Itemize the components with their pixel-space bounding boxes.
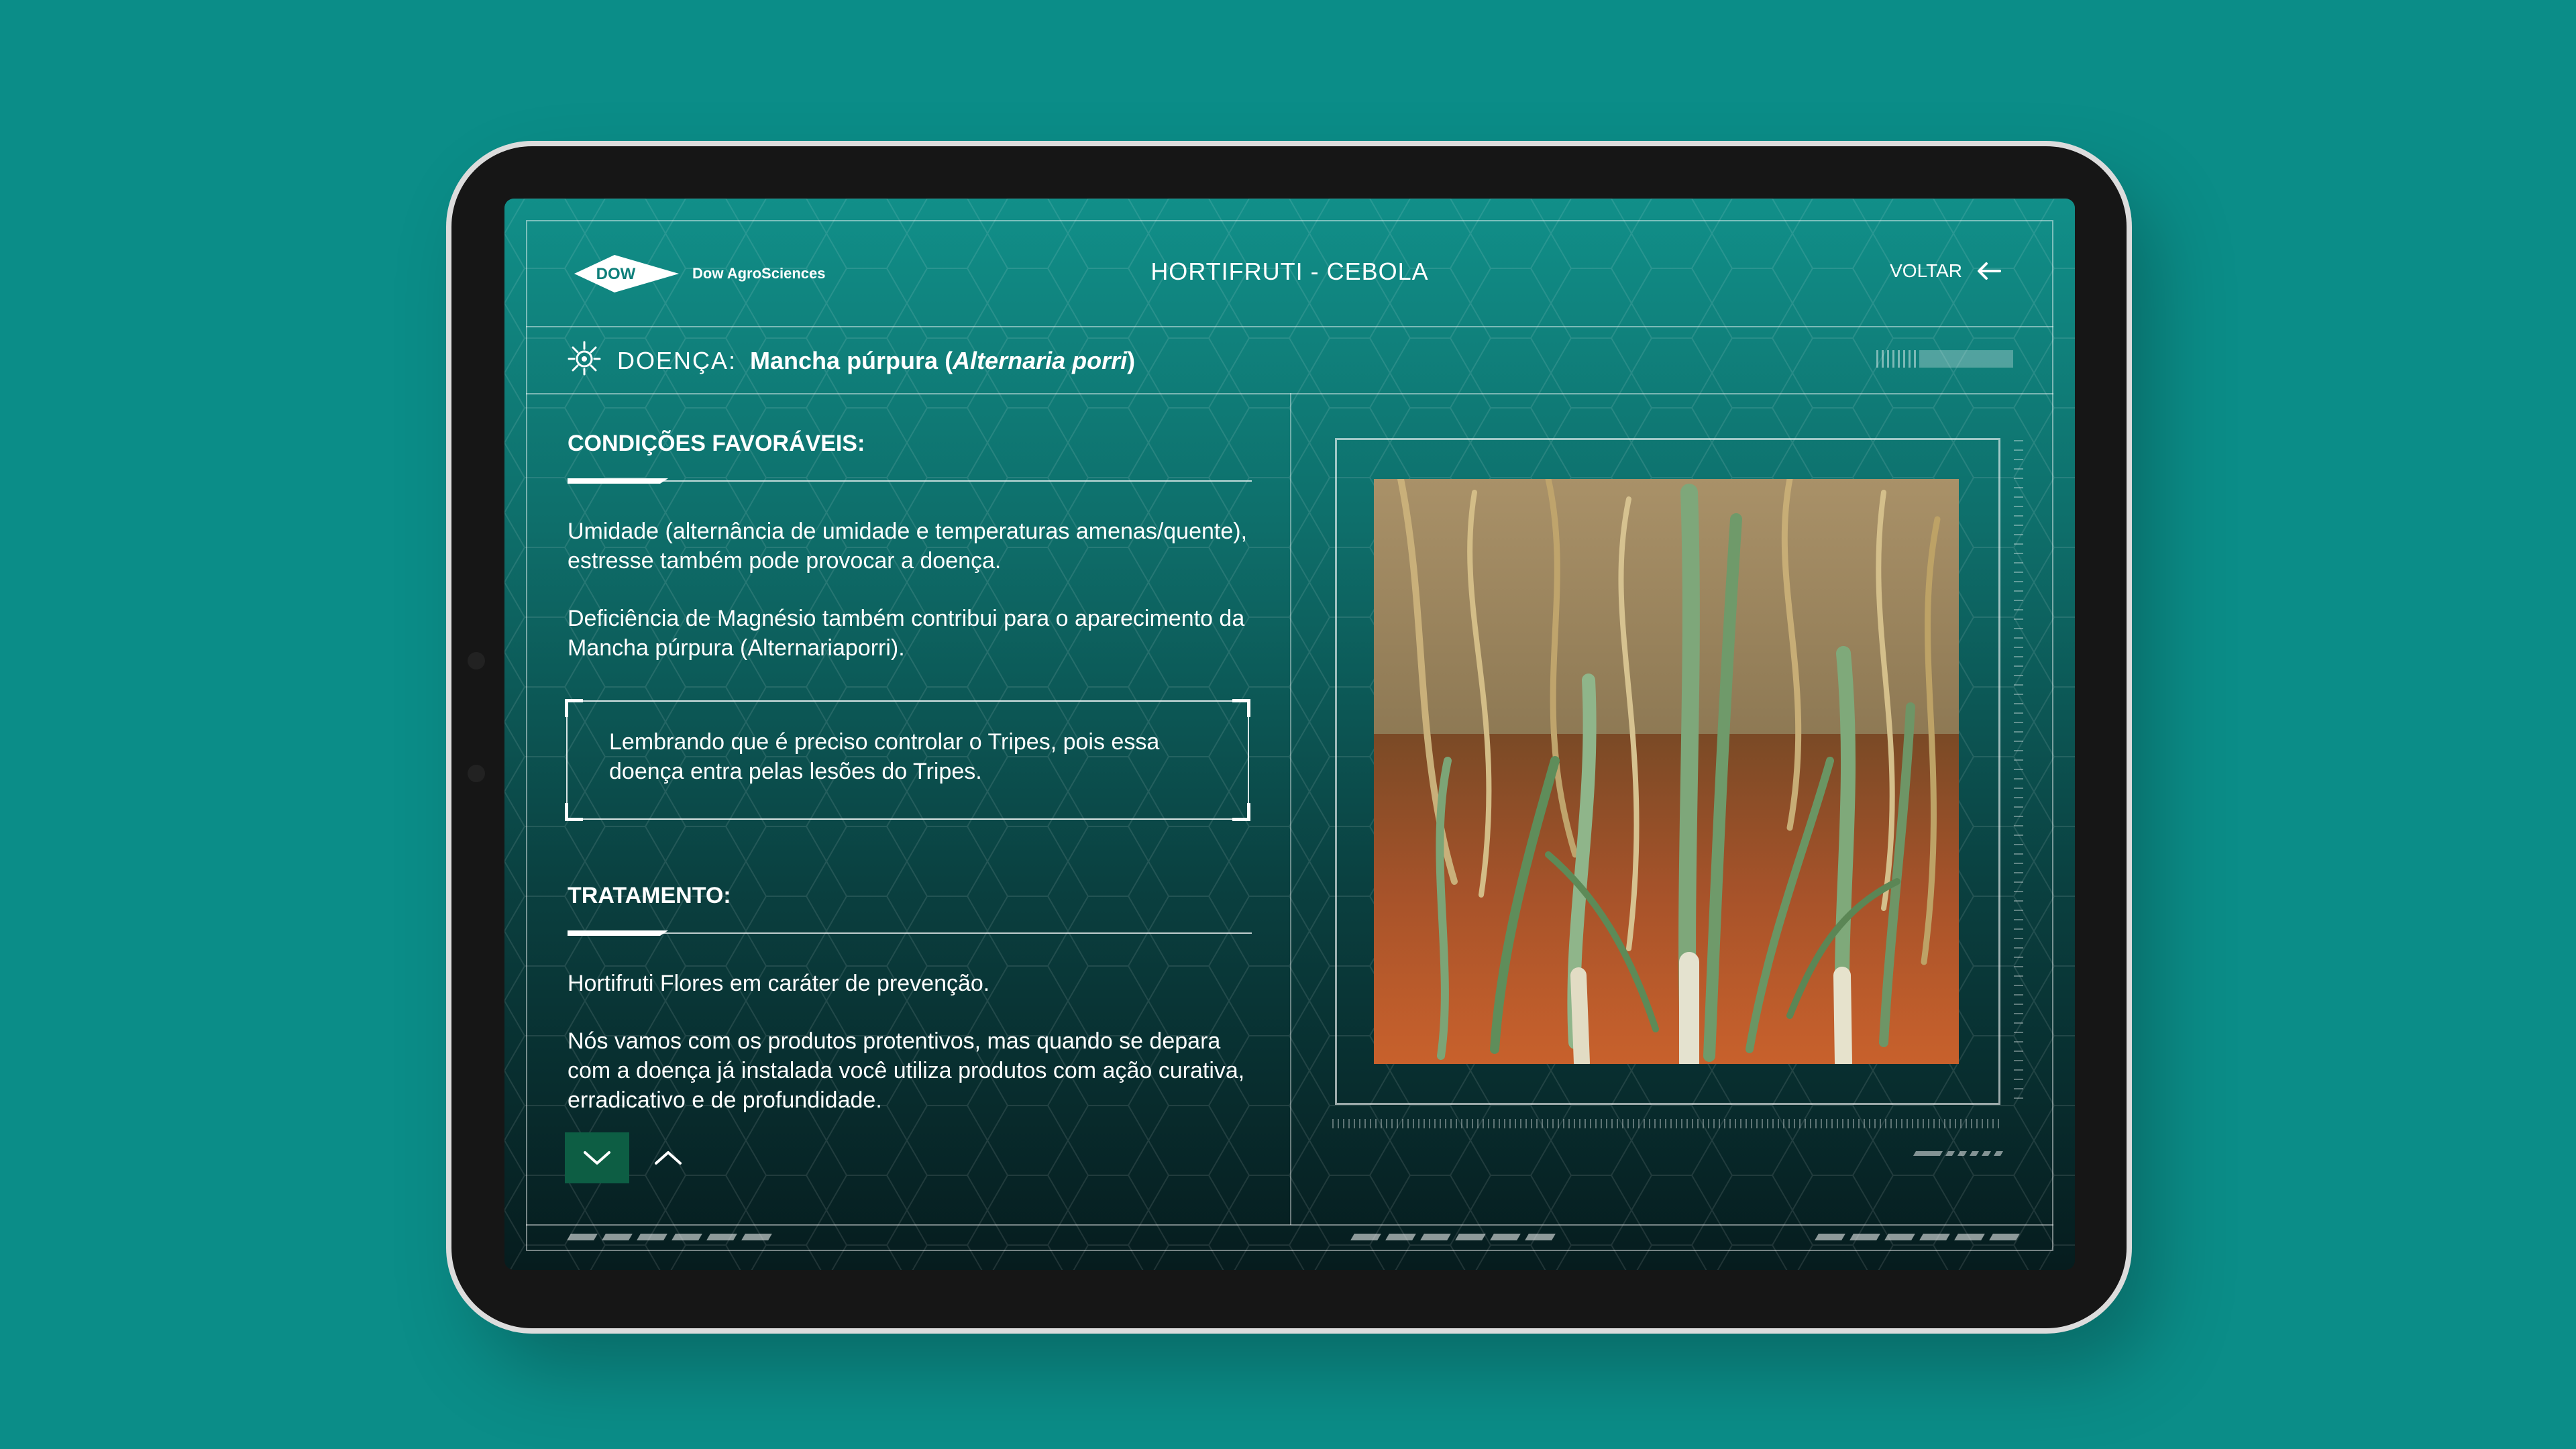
conditions-paragraph-1: Umidade (alternância de umidade e temper… <box>568 519 1248 574</box>
conditions-title: CONDIÇÕES FAVORÁVEIS: <box>568 431 865 456</box>
conditions-paragraph-2: Deficiência de Magnésio também contribui… <box>568 606 1245 661</box>
tablet-sensor <box>468 765 485 782</box>
treatment-paragraph-1: Hortifruti Flores em caráter de prevençã… <box>568 971 990 996</box>
horizontal-ruler <box>1332 1119 2002 1128</box>
footer-dashes-left <box>567 1234 772 1240</box>
disease-label: DOENÇA: <box>617 346 737 374</box>
disease-header: DOENÇA: Mancha púrpura (Alternaria porri… <box>565 338 1135 383</box>
disease-scientific-name: Alternaria porri <box>953 346 1128 374</box>
scroll-up-button[interactable] <box>643 1132 694 1183</box>
onion-field-photo <box>1374 479 1959 1064</box>
bug-icon <box>565 338 604 383</box>
progress-indicator <box>1876 350 2013 368</box>
back-button-label: VOLTAR <box>1890 260 1962 281</box>
tablet-camera <box>468 652 485 669</box>
photo-dash-decoration <box>1913 1151 2004 1156</box>
treatment-paragraph-2: Nós vamos com os produtos protentivos, m… <box>568 1028 1245 1113</box>
back-button[interactable]: VOLTAR <box>1890 260 2001 282</box>
footer-divider <box>526 1224 2053 1226</box>
arrow-left-icon <box>1978 262 2001 280</box>
treatment-rule <box>568 930 1252 936</box>
tripes-note-text: Lembrando que é preciso controlar o Trip… <box>609 729 1160 784</box>
scroll-down-button[interactable] <box>565 1132 629 1183</box>
disease-name: Mancha púrpura (Alternaria porri) <box>750 346 1136 374</box>
app-screen: DOW Dow AgroSciences HORTIFRUTI - CEBOLA… <box>504 199 2075 1270</box>
header-divider <box>526 326 2053 327</box>
footer-dashes-center <box>1350 1234 1556 1240</box>
chevron-down-icon <box>584 1151 610 1165</box>
tripes-note-box: Lembrando que é preciso controlar o Trip… <box>565 699 1250 821</box>
vertical-ruler <box>2014 440 2023 1104</box>
conditions-rule <box>568 478 1252 484</box>
column-divider <box>1290 393 1291 1225</box>
footer-dashes-right <box>1815 1234 2020 1240</box>
chevron-up-icon <box>655 1151 682 1165</box>
treatment-title: TRATAMENTO: <box>568 883 731 908</box>
page-title: HORTIFRUTI - CEBOLA <box>1150 258 1429 285</box>
